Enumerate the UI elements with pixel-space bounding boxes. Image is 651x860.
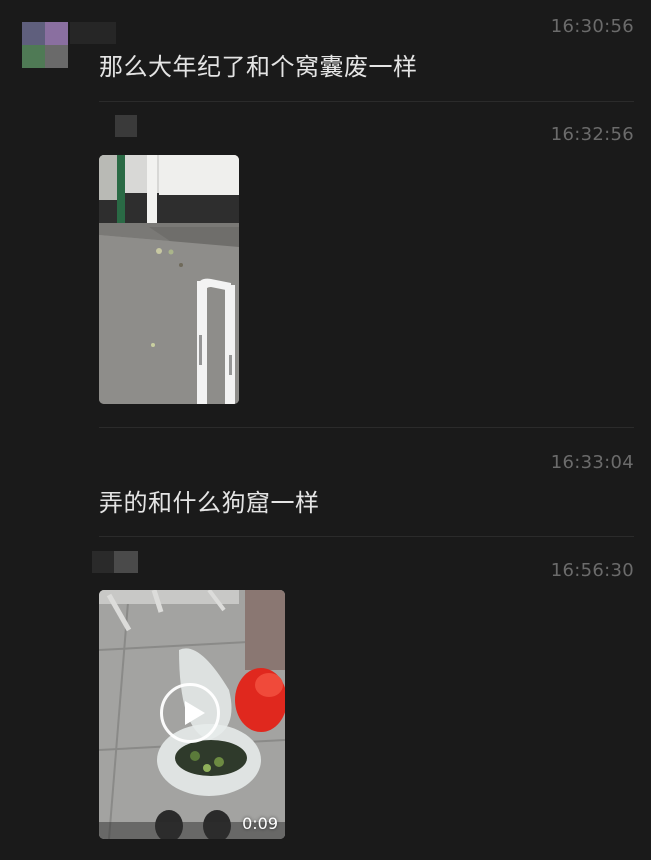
video-message-thumbnail[interactable]: 0:09 xyxy=(99,590,285,839)
message-timestamp: 16:32:56 xyxy=(550,124,634,145)
sender-name-redacted xyxy=(115,115,137,137)
chat-message: 16:33:04 弄的和什么狗窟一样 xyxy=(0,428,651,536)
image-message-thumbnail[interactable] xyxy=(99,155,239,404)
sender-name-redacted xyxy=(92,551,114,573)
sender-name-redacted xyxy=(114,551,138,573)
message-text: 弄的和什么狗窟一样 xyxy=(99,489,320,517)
video-duration: 0:09 xyxy=(242,814,278,833)
message-text: 那么大年纪了和个窝囊废一样 xyxy=(99,53,418,81)
avatar[interactable] xyxy=(22,22,68,68)
message-timestamp: 16:56:30 xyxy=(550,560,634,581)
chat-message: 16:32:56 xyxy=(0,102,651,427)
chat-message: 16:56:30 xyxy=(0,537,651,860)
sender-name-redacted xyxy=(70,22,116,44)
chat-message: 16:30:56 那么大年纪了和个窝囊废一样 xyxy=(0,0,651,100)
message-timestamp: 16:33:04 xyxy=(550,452,634,473)
message-timestamp: 16:30:56 xyxy=(550,16,634,37)
play-icon[interactable] xyxy=(160,683,220,743)
